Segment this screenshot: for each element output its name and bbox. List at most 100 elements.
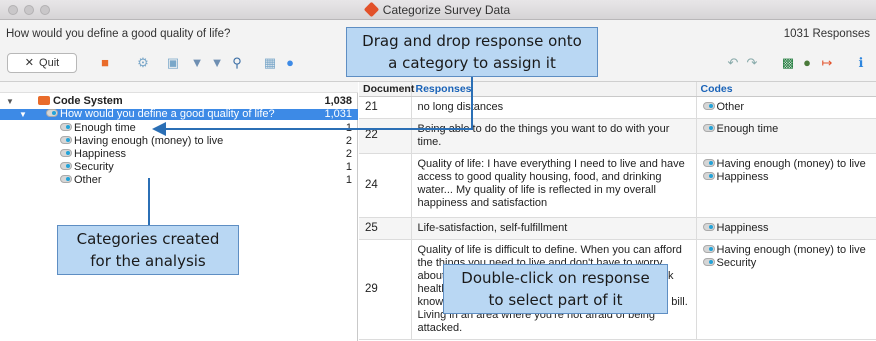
column-header-responses[interactable]: Responses — [411, 82, 697, 97]
code-filter-icon[interactable]: ⚙ — [136, 56, 150, 70]
tree-row-code[interactable]: Happiness 2 — [0, 149, 358, 160]
response-cell[interactable]: Being able to do the things you want to … — [411, 118, 697, 154]
code-label: Security — [74, 161, 114, 173]
code-icon — [702, 171, 715, 180]
code-icon — [702, 257, 715, 266]
callout-text: Drag and drop response onto — [362, 32, 582, 50]
document-cell: 21 — [359, 96, 412, 119]
code-icon — [702, 101, 715, 110]
double-click-callout: Double-click on response to select part … — [443, 264, 668, 314]
code-label: Enough time — [74, 122, 136, 134]
code-icon — [702, 123, 715, 132]
codes-cell[interactable]: Enough time — [696, 118, 876, 154]
column-header-codes[interactable]: Codes — [696, 82, 876, 97]
question-code-label: How would you define a good quality of l… — [60, 108, 275, 120]
code-tag-label: Having enough (money) to live — [716, 243, 866, 256]
response-cell[interactable]: no long distances — [411, 96, 697, 119]
code-icon — [702, 222, 715, 231]
callout-text: a category to assign it — [388, 54, 556, 72]
code-count: 2 — [345, 148, 352, 160]
expand-triangle-icon[interactable]: ▼ — [19, 109, 27, 120]
tree-row-question[interactable]: ▼ How would you define a good quality of… — [0, 109, 358, 120]
table-row[interactable]: 21 no long distances Other — [359, 96, 876, 119]
code-icon — [60, 123, 72, 131]
codes-cell[interactable]: Having enough (money) to live Security — [696, 239, 876, 340]
question-code-count: 1,031 — [324, 108, 352, 120]
codes-cell[interactable]: Having enough (money) to live Happiness — [696, 153, 876, 218]
code-count: 1 — [345, 174, 352, 186]
window-title-text: Categorize Survey Data — [382, 3, 511, 17]
quit-label: Quit — [39, 57, 60, 69]
title-bar: Categorize Survey Data — [0, 0, 876, 20]
categories-pointer-line — [148, 178, 150, 226]
response-cell[interactable]: Life-satisfaction, self-fulfillment — [411, 217, 697, 240]
table-row[interactable]: 25 Life-satisfaction, self-fulfillment H… — [359, 217, 876, 240]
close-icon: ✕ — [24, 57, 35, 69]
code-system-count: 1,038 — [324, 95, 352, 107]
document-cell: 24 — [359, 153, 412, 218]
callout-text: Categories created — [76, 230, 220, 248]
table-header-row: Document Responses Codes — [359, 82, 876, 97]
filter-icon[interactable]: ▼ — [190, 56, 204, 70]
excel-export-icon[interactable]: ▩ — [781, 56, 795, 70]
code-system-icon — [38, 96, 50, 105]
tree-row-code[interactable]: Security 1 — [0, 162, 358, 173]
callout-text: to select part of it — [488, 291, 623, 309]
code-icon — [60, 149, 72, 157]
undo-icon[interactable]: ↶ — [726, 56, 740, 70]
filter-remove-icon[interactable]: ▼ — [210, 56, 224, 70]
document-icon[interactable]: ▣ — [166, 56, 180, 70]
column-header-document[interactable]: Document — [359, 82, 414, 97]
quit-button[interactable]: ✕ Quit — [7, 53, 77, 73]
code-icon — [702, 244, 715, 253]
document-cell: 22 — [359, 118, 412, 154]
expand-triangle-icon[interactable]: ▼ — [6, 96, 14, 107]
app-logo-icon — [363, 1, 380, 18]
code-icon — [46, 109, 58, 117]
tree-row-code[interactable]: Having enough (money) to live 2 — [0, 136, 358, 147]
redo-icon[interactable]: ↷ — [745, 56, 759, 70]
table-row[interactable]: 24 Quality of life: I have everything I … — [359, 153, 876, 218]
new-code-icon[interactable]: ■ — [98, 56, 112, 70]
document-cell: 29 — [359, 239, 412, 340]
code-label: Other — [74, 174, 102, 186]
code-tag-label: Security — [716, 256, 757, 269]
comment-icon[interactable]: ● — [283, 56, 297, 70]
drag-drop-callout: Drag and drop response onto a category t… — [346, 27, 598, 77]
callout-text: for the analysis — [90, 252, 206, 270]
response-cell[interactable]: Quality of life: I have everything I nee… — [411, 153, 697, 218]
question-text: How would you define a good quality of l… — [6, 28, 231, 40]
code-tag-label: Happiness — [716, 221, 769, 234]
drag-arrow-vertical — [471, 77, 473, 130]
code-tag-label: Happiness — [716, 170, 769, 183]
code-icon — [60, 175, 72, 183]
drag-arrow-horizontal — [164, 128, 473, 130]
search-icon[interactable]: ⚲ — [230, 56, 244, 70]
table-row[interactable]: 22 Being able to do the things you want … — [359, 118, 876, 154]
web-export-icon[interactable]: ● — [800, 56, 814, 70]
categories-callout: Categories created for the analysis — [57, 225, 239, 275]
code-label: Happiness — [74, 148, 126, 160]
arrow-head-icon — [152, 122, 166, 136]
codes-cell[interactable]: Other — [696, 96, 876, 119]
codes-overview-icon[interactable]: ▦ — [263, 56, 277, 70]
code-icon — [60, 162, 72, 170]
code-icon — [60, 136, 72, 144]
document-cell: 25 — [359, 217, 412, 240]
info-icon[interactable]: ℹ — [854, 56, 868, 70]
code-count: 2 — [345, 135, 352, 147]
code-tag-label: Enough time — [716, 122, 779, 135]
code-count: 1 — [345, 161, 352, 173]
responses-count: 1031 Responses — [783, 28, 870, 40]
tree-row-code[interactable]: Other 1 — [0, 175, 358, 186]
code-system-label: Code System — [53, 95, 123, 107]
tree-column-header — [0, 82, 358, 93]
codes-cell[interactable]: Happiness — [696, 217, 876, 240]
tree-row-code-system[interactable]: ▼ Code System 1,038 — [0, 96, 358, 107]
code-tag-label: Other — [716, 100, 745, 113]
code-label: Having enough (money) to live — [74, 135, 224, 147]
code-icon — [702, 158, 715, 167]
callout-text: Double-click on response — [461, 269, 650, 287]
export-icon[interactable]: ↦ — [820, 56, 834, 70]
code-system-pane: ▼ Code System 1,038 ▼ How would you defi… — [0, 82, 358, 341]
